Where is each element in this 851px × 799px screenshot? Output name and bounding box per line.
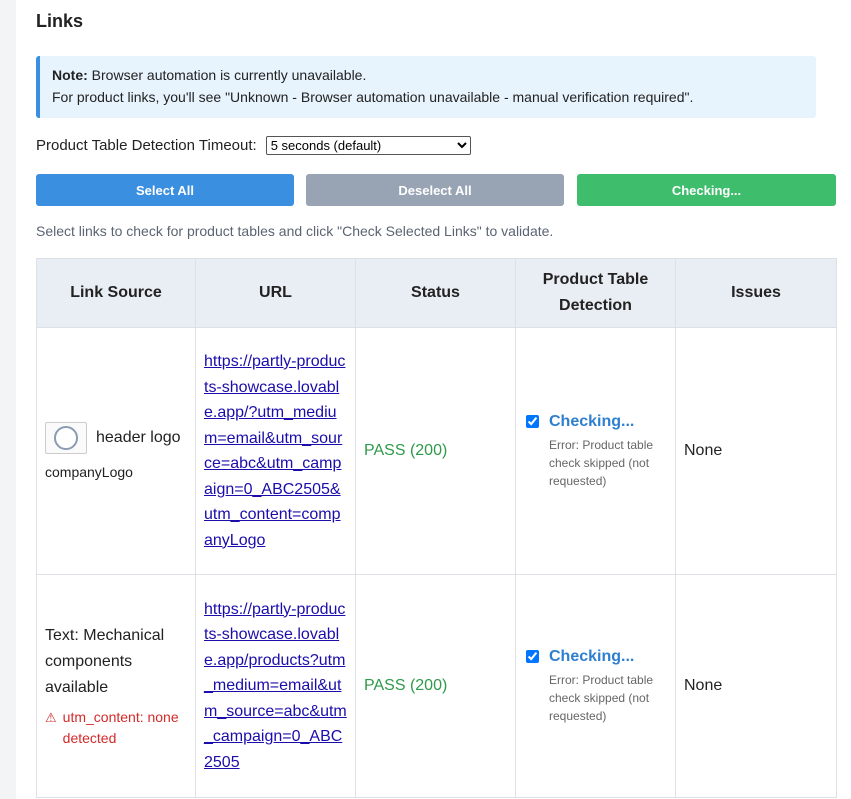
source-label: header logo — [96, 429, 181, 446]
issues-text: None — [684, 677, 723, 694]
note-box: Note: Browser automation is currently un… — [36, 56, 816, 118]
status-cell: PASS (200) — [355, 327, 516, 575]
links-table: Link Source URL Status Product Table Det… — [36, 258, 837, 798]
helper-text: Select links to check for product tables… — [36, 223, 554, 239]
note-line-1: Browser automation is currently unavaila… — [91, 67, 367, 83]
warning-icon: ⚠ — [45, 710, 57, 725]
url-link[interactable]: https://partly-products-showcase.lovable… — [204, 349, 347, 553]
utm-warning: ⚠ utm_content: none detected — [45, 707, 187, 749]
issues-text: None — [684, 442, 723, 459]
detection-error: Error: Product table check skipped (not … — [549, 672, 654, 723]
link-source-cell: Text: Mechanical components available ⚠ … — [36, 574, 196, 798]
select-all-button[interactable]: Select All — [36, 174, 294, 206]
note-label: Note: — [52, 67, 88, 83]
header-status: Status — [355, 258, 516, 328]
link-source-cell: header logo companyLogo — [36, 327, 196, 575]
header-product-table-detection: Product Table Detection — [515, 258, 676, 328]
warning-text: utm_content: none detected — [62, 709, 179, 746]
header-link-source: Link Source — [36, 258, 196, 328]
source-sub-label: companyLogo — [45, 464, 133, 480]
url-link[interactable]: https://partly-products-showcase.lovable… — [204, 597, 347, 776]
table-header-row: Link Source URL Status Product Table Det… — [36, 258, 837, 328]
detection-error: Error: Product table check skipped (not … — [549, 437, 654, 488]
detection-checkbox[interactable] — [526, 414, 539, 428]
section-title: Links — [36, 11, 84, 31]
timeout-row: Product Table Detection Timeout: 5 secon… — [36, 136, 471, 155]
detection-status: Checking... — [549, 647, 635, 665]
status-text: PASS (200) — [364, 677, 448, 694]
issues-cell: None — [675, 574, 837, 798]
timeout-label: Product Table Detection Timeout: — [36, 137, 257, 154]
timeout-select[interactable]: 5 seconds (default) — [265, 136, 471, 155]
note-line-2: For product links, you'll see "Unknown -… — [52, 89, 694, 105]
status-text: PASS (200) — [364, 442, 448, 459]
detection-checkbox[interactable] — [526, 649, 539, 663]
detection-cell: Checking... Error: Product table check s… — [515, 574, 676, 798]
links-panel: Links Note: Browser automation is curren… — [16, 0, 851, 799]
deselect-all-button[interactable]: Deselect All — [306, 174, 564, 206]
issues-cell: None — [675, 327, 837, 575]
source-text: Text: Mechanical components available — [45, 627, 165, 696]
check-selected-button[interactable]: Checking... — [577, 174, 836, 206]
header-url: URL — [195, 258, 356, 328]
table-row: header logo companyLogo https://partly-p… — [36, 327, 837, 575]
detection-cell: Checking... Error: Product table check s… — [515, 327, 676, 575]
header-issues: Issues — [675, 258, 837, 328]
url-cell: https://partly-products-showcase.lovable… — [195, 574, 356, 798]
table-row: Text: Mechanical components available ⚠ … — [36, 574, 837, 798]
company-logo-image — [45, 422, 87, 454]
status-cell: PASS (200) — [355, 574, 516, 798]
url-cell: https://partly-products-showcase.lovable… — [195, 327, 356, 575]
detection-status: Checking... — [549, 412, 635, 430]
